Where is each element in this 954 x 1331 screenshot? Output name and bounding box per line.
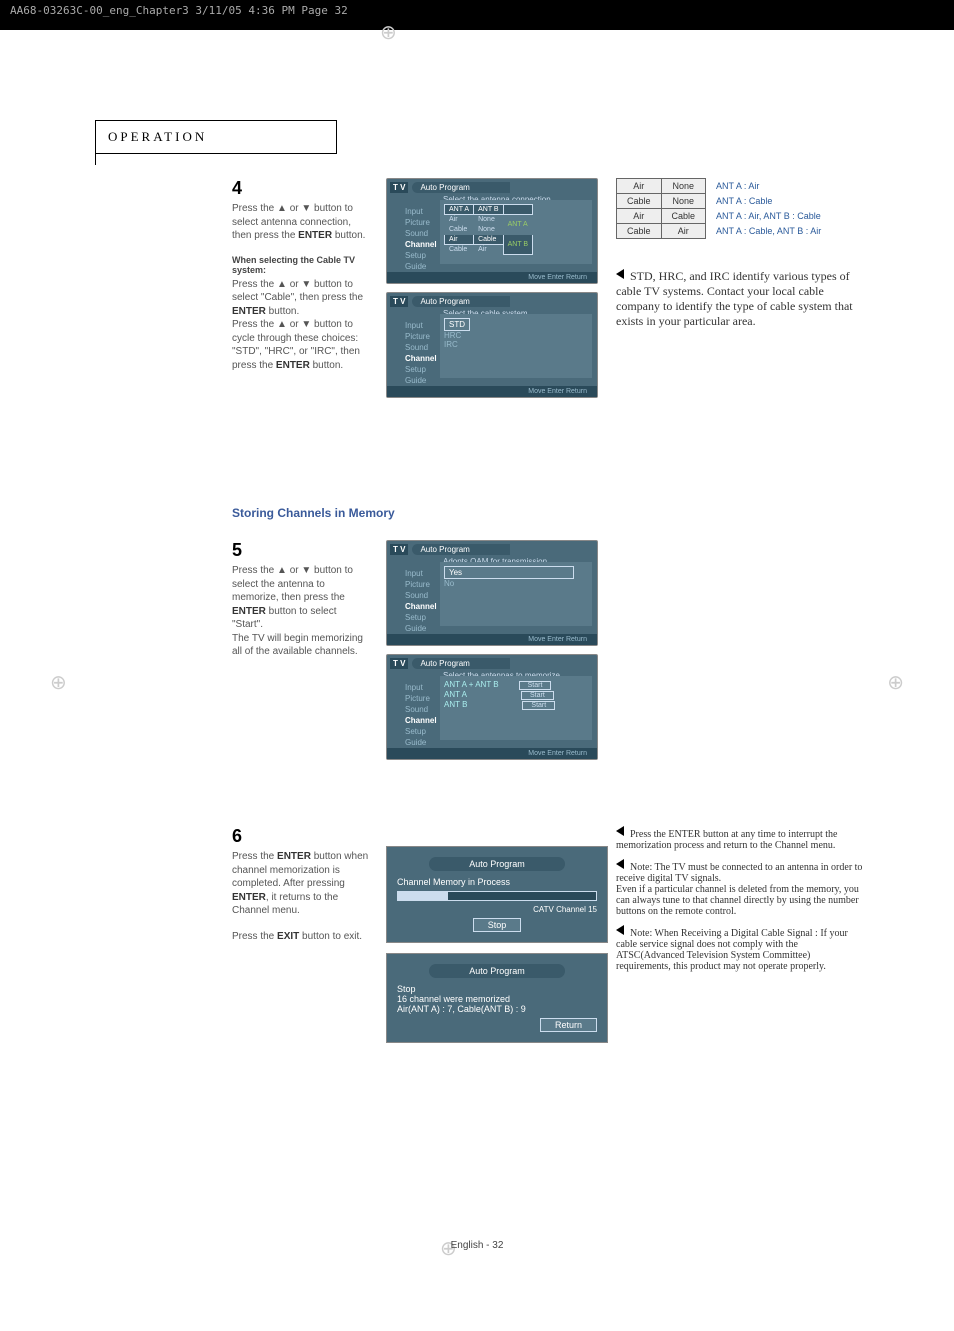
step5-text: 5 Press the ▲ or ▼ button to select the …	[232, 540, 370, 659]
storing-header: Storing Channels in Memory	[232, 506, 395, 520]
registration-mark: ⊕	[50, 670, 67, 695]
note-text: Press the ENTER button at any time to in…	[616, 829, 837, 851]
osd-qam: T VAuto Program Adopts QAM for transmiss…	[386, 540, 598, 646]
section-header: OPERATION	[95, 120, 337, 154]
osd-memorize: T VAuto Program Select the antennas to m…	[386, 654, 598, 760]
section-title: OPERATION	[96, 121, 336, 153]
stop-button[interactable]: Stop	[473, 918, 522, 932]
done-box: Auto Program Stop 16 channel were memori…	[386, 953, 608, 1043]
antenna-map-table: AirNoneANT A : Air CableNoneANT A : Cabl…	[616, 178, 832, 239]
cable-subheader: When selecting the Cable TV system:	[232, 255, 370, 275]
note-arrow-icon	[616, 925, 624, 935]
registration-mark: ⊕	[887, 670, 904, 695]
step-number: 4	[232, 178, 370, 199]
step4-text: 4 Press the ▲ or ▼ button to select ante…	[232, 178, 370, 372]
note-arrow-icon	[616, 826, 624, 836]
note-arrow-icon	[616, 269, 624, 279]
note-text: Note: When Receiving a Digital Cable Sig…	[616, 928, 848, 972]
progress-box: Auto Program Channel Memory in Process C…	[386, 846, 608, 943]
registration-mark: ⊕	[380, 20, 397, 45]
note-text: Note: The TV must be connected to an ant…	[616, 862, 862, 917]
std-hrc-note: STD, HRC, and IRC identify various types…	[616, 269, 853, 328]
return-button[interactable]: Return	[540, 1018, 597, 1032]
step6-text: 6 Press the ENTER button when channel me…	[232, 826, 370, 943]
note-arrow-icon	[616, 859, 624, 869]
osd-cable-system: T VAuto Program Select the cable system …	[386, 292, 598, 398]
pdf-header: AA68-03263C-00_eng_Chapter3 3/11/05 4:36…	[0, 0, 954, 30]
step-number: 6	[232, 826, 370, 847]
step-number: 5	[232, 540, 370, 561]
osd-antenna-connection: T VAuto Program Select the antenna conne…	[386, 178, 598, 284]
page-footer: English - 32	[0, 1240, 954, 1251]
